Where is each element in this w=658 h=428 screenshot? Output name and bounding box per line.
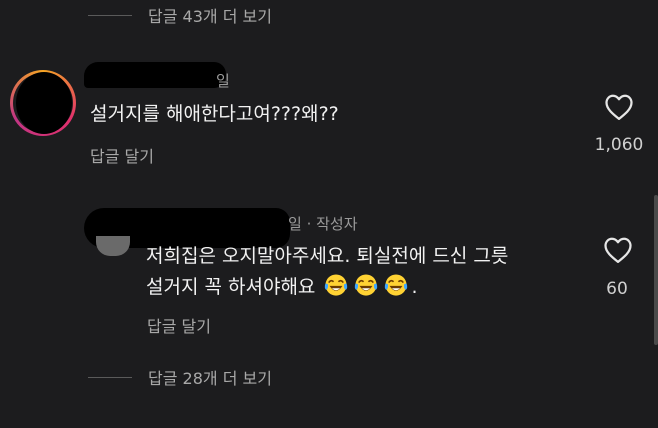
reply-text-line2-body: 설거지 꼭 하셔야해요 xyxy=(146,276,316,298)
reply-button[interactable]: 답글 달기 xyxy=(90,143,154,167)
heart-outline-icon xyxy=(605,94,633,120)
divider-line xyxy=(88,14,132,16)
divider-line xyxy=(88,376,132,378)
heart-outline-icon xyxy=(604,237,632,263)
avatar-redaction xyxy=(16,72,72,134)
reply-text-end: . xyxy=(411,276,418,298)
comment-time: 일 xyxy=(216,72,230,90)
reply-text: 저희집은 오지말아주세요. 퇴실전에 드신 그릇 설거지 꼭 하셔야해요 . xyxy=(146,241,508,303)
more-replies-top[interactable]: 답글 43개 더 보기 xyxy=(88,3,272,27)
like-button[interactable] xyxy=(604,93,634,121)
like-count: 1,060 xyxy=(594,135,644,155)
tears-of-joy-emoji xyxy=(325,274,348,296)
reply-text-line2: 설거지 꼭 하셔야해요 . xyxy=(146,272,508,303)
more-replies-top-label: 답글 43개 더 보기 xyxy=(148,7,272,26)
more-replies-bottom[interactable]: 답글 28개 더 보기 xyxy=(88,365,272,389)
reply-text-line1: 저희집은 오지말아주세요. 퇴실전에 드신 그릇 xyxy=(146,245,509,267)
reply-like-count: 60 xyxy=(606,279,628,299)
reply-avatar[interactable] xyxy=(96,236,130,256)
reply-like-button[interactable] xyxy=(603,236,633,264)
avatar[interactable] xyxy=(10,70,76,136)
reply-reply-button[interactable]: 답글 달기 xyxy=(147,313,211,337)
tears-of-joy-emoji xyxy=(385,274,408,296)
scrollbar[interactable] xyxy=(654,195,658,345)
username-redaction xyxy=(84,62,226,88)
tears-of-joy-emoji xyxy=(355,274,378,296)
comment-text: 설거지를 해애한다고여???왜?? xyxy=(90,103,339,125)
more-replies-bottom-label: 답글 28개 더 보기 xyxy=(148,369,272,388)
reply-meta: 일 · 작성자 xyxy=(288,215,358,233)
